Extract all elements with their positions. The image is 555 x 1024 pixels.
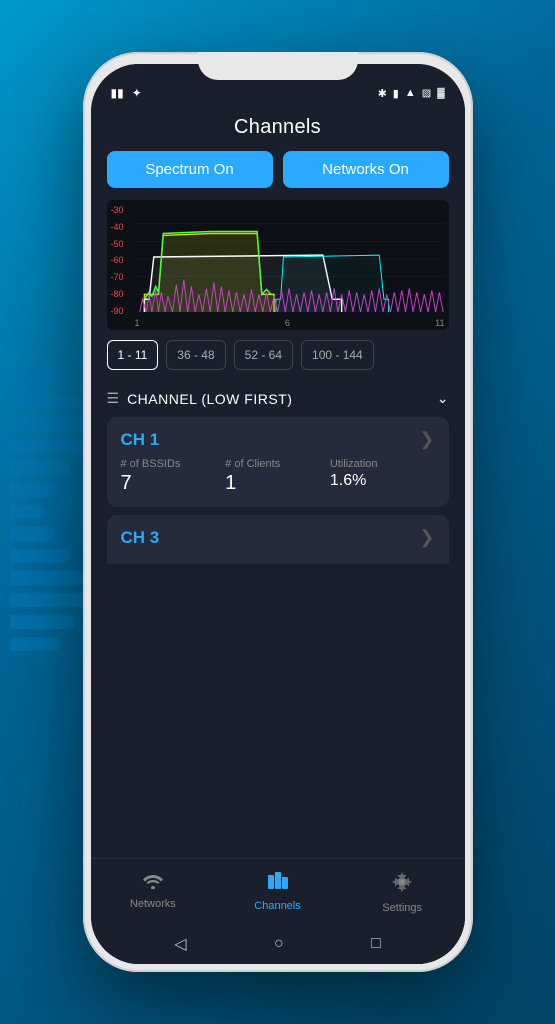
settings-nav-label: Settings bbox=[382, 902, 422, 914]
toggle-row: Spectrum On Networks On bbox=[91, 151, 465, 188]
app-content: Channels Spectrum On Networks On -30 -40… bbox=[91, 108, 465, 964]
channel-card-header: CH 1 ❯ bbox=[121, 429, 435, 450]
clients-value: 1 bbox=[225, 472, 330, 495]
spectrum-toggle[interactable]: Spectrum On bbox=[107, 151, 273, 188]
page-title: Channels bbox=[234, 116, 321, 138]
nav-item-channels[interactable]: Channels bbox=[215, 867, 340, 918]
home-button[interactable]: ○ bbox=[274, 935, 284, 953]
bssids-label: # of BSSIDs bbox=[121, 458, 226, 470]
recents-button[interactable]: □ bbox=[371, 935, 381, 953]
chart-x-labels: 1 6 11 bbox=[135, 318, 445, 328]
networks-nav-label: Networks bbox=[130, 898, 176, 910]
spectrum-chart: -30 -40 -50 -60 -70 -80 -90 bbox=[107, 200, 449, 330]
sort-row[interactable]: ☰ CHANNEL (LOW FIRST) ⌄ bbox=[91, 380, 465, 417]
bottom-nav: Networks Channels bbox=[91, 858, 465, 924]
y-label-70: -70 bbox=[111, 273, 124, 282]
android-bar: ◁ ○ □ bbox=[91, 924, 465, 964]
channel-name-ch3: CH 3 bbox=[121, 528, 160, 548]
settings-icon bbox=[391, 871, 413, 899]
networks-icon bbox=[142, 871, 164, 895]
phone-notch bbox=[198, 52, 358, 80]
channels-nav-label: Channels bbox=[254, 900, 300, 912]
phone-frame: ▮▮ ✦ ✱ ▮ ▲ ▨ ▓ Channels Spectrum On Netw… bbox=[83, 52, 473, 972]
clients-label: # of Clients bbox=[225, 458, 330, 470]
x-label-1: 1 bbox=[135, 318, 140, 328]
channel-stats-ch1: # of BSSIDs 7 # of Clients 1 Utilization… bbox=[121, 458, 435, 495]
y-label-60: -60 bbox=[111, 256, 124, 265]
phone-screen: ▮▮ ✦ ✱ ▮ ▲ ▨ ▓ Channels Spectrum On Netw… bbox=[91, 64, 465, 964]
nav-item-settings[interactable]: Settings bbox=[340, 867, 465, 918]
spectrum-svg bbox=[135, 206, 445, 312]
camera-icon: ▮▮ bbox=[111, 86, 124, 100]
channels-list: CH 1 ❯ # of BSSIDs 7 # of Clients 1 bbox=[91, 417, 465, 858]
y-label-90: -90 bbox=[111, 307, 124, 316]
x-label-6: 6 bbox=[285, 318, 290, 328]
channel-name-ch1: CH 1 bbox=[121, 430, 160, 450]
bssids-value: 7 bbox=[121, 472, 226, 495]
utilization-label: Utilization bbox=[330, 458, 435, 470]
app-header: Channels bbox=[91, 108, 465, 151]
tab-100-144[interactable]: 100 - 144 bbox=[301, 340, 374, 370]
nav-item-networks[interactable]: Networks bbox=[91, 867, 216, 918]
tab-52-64[interactable]: 52 - 64 bbox=[234, 340, 293, 370]
x-label-11: 11 bbox=[435, 318, 444, 328]
tab-36-48[interactable]: 36 - 48 bbox=[166, 340, 225, 370]
clients-col: # of Clients 1 bbox=[225, 458, 330, 495]
tab-1-11[interactable]: 1 - 11 bbox=[107, 340, 159, 370]
utilization-value: 1.6% bbox=[330, 472, 435, 490]
y-label-80: -80 bbox=[111, 290, 124, 299]
y-label-30: -30 bbox=[111, 206, 124, 215]
bluetooth-icon: ✱ bbox=[378, 87, 387, 100]
status-right: ✱ ▮ ▲ ▨ ▓ bbox=[378, 87, 445, 100]
channel-tabs: 1 - 11 36 - 48 52 - 64 100 - 144 bbox=[91, 330, 465, 380]
y-label-50: -50 bbox=[111, 240, 124, 249]
sort-icon: ☰ bbox=[107, 390, 120, 407]
star-icon: ✦ bbox=[132, 86, 142, 100]
wifi-icon: ▲ bbox=[405, 87, 416, 99]
channel-card-ch3[interactable]: CH 3 ❯ bbox=[107, 515, 449, 564]
sort-label: CHANNEL (LOW FIRST) bbox=[127, 391, 429, 407]
back-button[interactable]: ◁ bbox=[174, 934, 186, 954]
background-decoration bbox=[0, 353, 95, 671]
channel-card-header-ch3: CH 3 ❯ bbox=[121, 527, 435, 548]
battery-icon: ▓ bbox=[437, 88, 444, 99]
status-left: ▮▮ ✦ bbox=[111, 86, 142, 100]
battery-alert-icon: ▨ bbox=[422, 88, 431, 99]
channels-icon bbox=[267, 871, 289, 897]
chart-area bbox=[135, 206, 445, 312]
networks-toggle[interactable]: Networks On bbox=[283, 151, 449, 188]
channel-arrow-ch3[interactable]: ❯ bbox=[419, 527, 434, 548]
channel-arrow-ch1[interactable]: ❯ bbox=[419, 429, 434, 450]
chevron-down-icon: ⌄ bbox=[437, 390, 449, 407]
vibrate-icon: ▮ bbox=[393, 87, 399, 100]
channel-card-ch1[interactable]: CH 1 ❯ # of BSSIDs 7 # of Clients 1 bbox=[107, 417, 449, 507]
chart-y-labels: -30 -40 -50 -60 -70 -80 -90 bbox=[111, 206, 124, 316]
bssids-col: # of BSSIDs 7 bbox=[121, 458, 226, 495]
utilization-col: Utilization 1.6% bbox=[330, 458, 435, 495]
y-label-40: -40 bbox=[111, 223, 124, 232]
